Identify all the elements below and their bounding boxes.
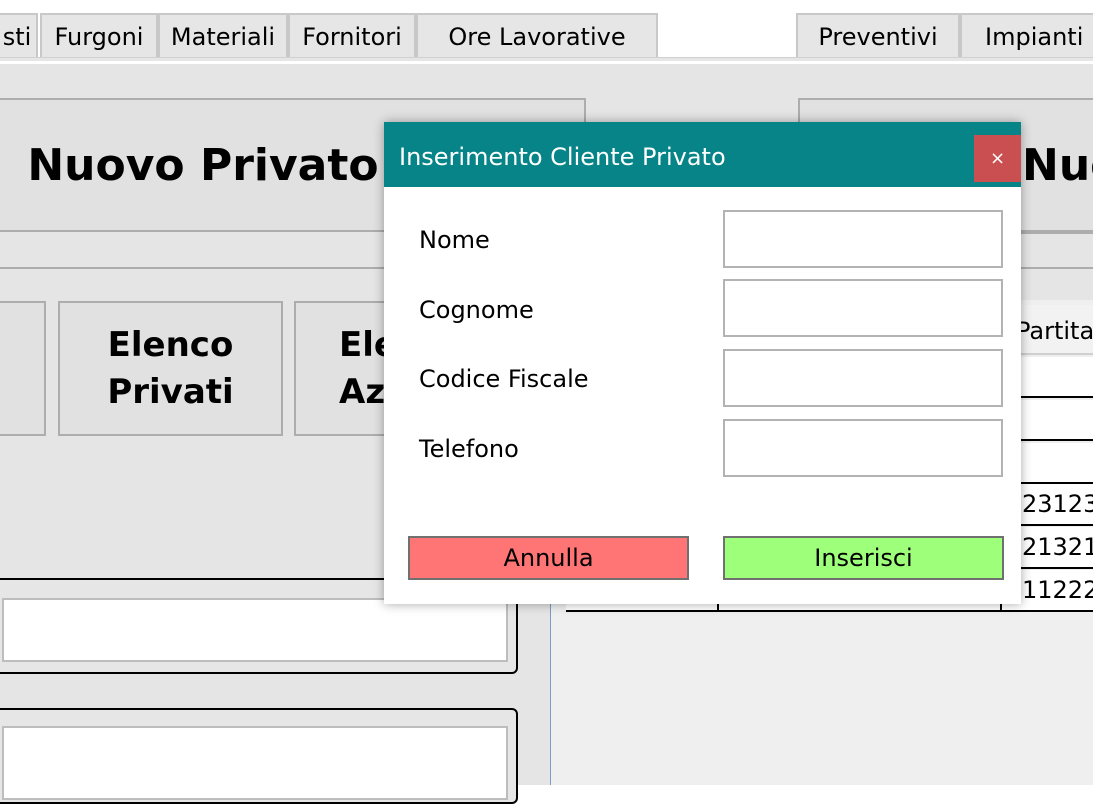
tab-strip-border: [0, 57, 1093, 61]
tab-label: Preventivi: [818, 23, 938, 51]
cognome-input[interactable]: [723, 279, 1003, 337]
close-icon: ×: [989, 148, 1006, 169]
private-list-button[interactable]: Elenco Privati: [58, 301, 283, 436]
new-company-label: Nuo: [1022, 139, 1093, 191]
cancel-button[interactable]: Annulla: [408, 536, 689, 580]
telefono-input[interactable]: [723, 419, 1003, 477]
close-button[interactable]: ×: [974, 135, 1021, 182]
private-list-label-line2: Privati: [107, 371, 234, 412]
nome-label: Nome: [419, 226, 490, 254]
codice-fiscale-input[interactable]: [723, 349, 1003, 407]
grid-cell[interactable]: [1020, 357, 1093, 398]
grid-cell-value: 11222: [1022, 576, 1093, 604]
tab-ore-lavorative[interactable]: Ore Lavorative: [416, 13, 658, 57]
codice-fiscale-label: Codice Fiscale: [419, 365, 589, 393]
insert-button[interactable]: Inserisci: [723, 536, 1004, 580]
tab-label: sti: [2, 23, 32, 51]
info-panel-body: [2, 726, 508, 800]
new-private-label: Nuovo Privato: [27, 139, 379, 191]
tab-label: Impianti: [985, 23, 1084, 51]
list-button-partial[interactable]: [0, 301, 46, 436]
tab-materiali[interactable]: Materiali: [158, 13, 288, 57]
tab-label: Furgoni: [54, 23, 144, 51]
tab-costi[interactable]: sti: [0, 13, 38, 57]
telefono-label: Telefono: [419, 435, 519, 463]
private-list-label-line1: Elenco: [107, 324, 234, 365]
tab-impianti[interactable]: Impianti: [960, 13, 1093, 57]
insert-private-client-dialog: Inserimento Cliente Privato × Nome Cogno…: [384, 122, 1021, 604]
cancel-label: Annulla: [503, 544, 594, 572]
dialog-titlebar[interactable]: Inserimento Cliente Privato ×: [384, 122, 1021, 187]
grid-cell-value: 21321: [1022, 533, 1093, 561]
tab-label: Materiali: [170, 23, 276, 51]
grid-header-label: Partital: [1016, 317, 1093, 345]
tab-label: Fornitori: [302, 23, 402, 51]
grid-cell[interactable]: [1020, 400, 1093, 441]
dialog-title: Inserimento Cliente Privato: [399, 143, 726, 171]
tab-fornitori[interactable]: Fornitori: [288, 13, 416, 57]
tab-preventivi[interactable]: Preventivi: [796, 13, 960, 57]
info-panel: [0, 708, 518, 804]
info-panel-body: [2, 598, 508, 662]
tab-furgoni[interactable]: Furgoni: [40, 13, 158, 57]
insert-label: Inserisci: [814, 544, 913, 572]
tab-label: Ore Lavorative: [448, 23, 626, 51]
cognome-label: Cognome: [419, 296, 534, 324]
nome-input[interactable]: [723, 210, 1003, 268]
grid-cell[interactable]: [1020, 443, 1093, 484]
grid-cell-value: 23123: [1022, 490, 1093, 518]
